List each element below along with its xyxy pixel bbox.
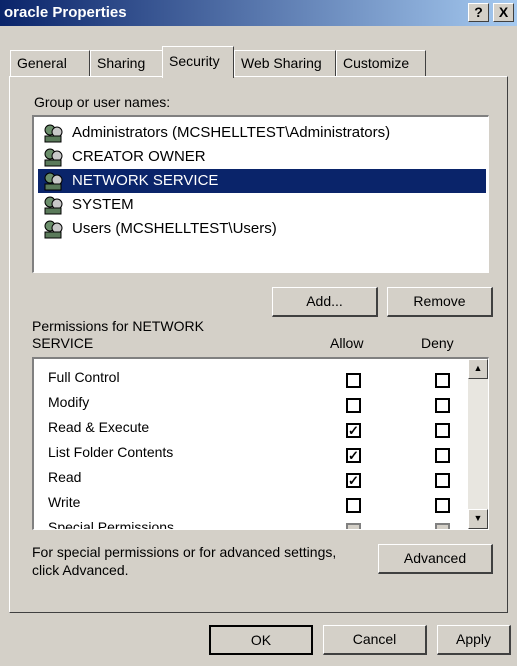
- users-icon: [44, 124, 63, 143]
- permission-row-write: Write: [48, 494, 80, 518]
- close-button[interactable]: X: [493, 3, 514, 22]
- help-button[interactable]: ?: [468, 3, 489, 22]
- user-name: CREATOR OWNER: [72, 148, 206, 165]
- scroll-up-icon[interactable]: ▲: [468, 359, 488, 379]
- add-button[interactable]: Add...: [272, 287, 378, 317]
- tab-security[interactable]: Security: [162, 46, 234, 78]
- deny-checkbox-full-control[interactable]: [435, 373, 450, 388]
- group-or-user-names-label: Group or user names:: [34, 94, 171, 110]
- tab-customize-label: Customize: [343, 55, 410, 71]
- properties-dialog: oracle Properties ? X General Sharing Se…: [0, 0, 517, 666]
- allow-checkbox-write[interactable]: [346, 498, 361, 513]
- permission-row-list-folder-contents: List Folder Contents: [48, 444, 173, 468]
- remove-button[interactable]: Remove: [387, 287, 493, 317]
- list-item[interactable]: SYSTEM: [38, 193, 140, 217]
- permission-name: Full Control: [48, 369, 120, 385]
- allow-checkbox-list-folder-contents[interactable]: ✓: [346, 448, 361, 463]
- deny-checkbox-read[interactable]: [435, 473, 450, 488]
- advanced-button[interactable]: Advanced: [378, 544, 493, 574]
- security-panel: Group or user names: Administrators (MCS…: [9, 76, 508, 613]
- tab-sharing[interactable]: Sharing: [90, 50, 164, 76]
- user-name: NETWORK SERVICE: [72, 172, 219, 189]
- tab-general[interactable]: General: [10, 50, 90, 76]
- permission-row-special: Special Permissions: [48, 519, 175, 530]
- permissions-scrollbar[interactable]: ▲ ▼: [468, 359, 488, 529]
- list-item[interactable]: CREATOR OWNER: [38, 145, 212, 169]
- deny-checkbox-write[interactable]: [435, 498, 450, 513]
- allow-header: Allow: [330, 335, 364, 351]
- permission-name: Read & Execute: [48, 419, 150, 435]
- tab-security-label: Security: [169, 53, 220, 69]
- users-icon: [44, 220, 63, 239]
- allow-checkbox-special[interactable]: [346, 523, 361, 529]
- tab-web-sharing[interactable]: Web Sharing: [234, 50, 336, 76]
- window-title: oracle Properties: [4, 4, 127, 21]
- tab-web-sharing-label: Web Sharing: [241, 55, 322, 71]
- advanced-hint-line1: For special permissions or for advanced …: [32, 544, 337, 560]
- tab-general-label: General: [17, 55, 67, 71]
- apply-button[interactable]: Apply: [437, 625, 511, 655]
- user-name: Users (MCSHELLTEST\Users): [72, 220, 277, 237]
- list-item[interactable]: Administrators (MCSHELLTEST\Administrato…: [38, 121, 396, 145]
- users-icon: [44, 196, 63, 215]
- tab-customize[interactable]: Customize: [336, 50, 426, 76]
- permission-row-modify: Modify: [48, 394, 89, 418]
- scroll-down-icon[interactable]: ▼: [468, 509, 488, 529]
- deny-header: Deny: [421, 335, 454, 351]
- deny-checkbox-special[interactable]: [435, 523, 450, 529]
- permissions-list[interactable]: Full Control Modify Read & Execute List …: [32, 357, 489, 530]
- permission-name: Modify: [48, 394, 90, 410]
- ok-button[interactable]: OK: [209, 625, 313, 655]
- users-icon: [44, 172, 63, 191]
- title-bar[interactable]: oracle Properties ? X: [0, 0, 517, 26]
- list-item[interactable]: Users (MCSHELLTEST\Users): [38, 217, 283, 241]
- permission-name: Special Permissions: [48, 519, 175, 530]
- deny-checkbox-modify[interactable]: [435, 398, 450, 413]
- users-icon: [44, 148, 63, 167]
- permissions-label-line2: SERVICE: [32, 335, 94, 351]
- allow-checkbox-full-control[interactable]: [346, 373, 361, 388]
- user-list[interactable]: Administrators (MCSHELLTEST\Administrato…: [32, 115, 489, 273]
- user-name: SYSTEM: [72, 196, 134, 213]
- deny-checkbox-list-folder-contents[interactable]: [435, 448, 450, 463]
- list-item-selected[interactable]: NETWORK SERVICE: [38, 169, 486, 193]
- advanced-hint-line2: click Advanced.: [32, 562, 129, 578]
- deny-checkbox-read-execute[interactable]: [435, 423, 450, 438]
- permission-name: Read: [48, 469, 82, 485]
- allow-checkbox-read-execute[interactable]: ✓: [346, 423, 361, 438]
- permission-row-full-control: Full Control: [48, 369, 120, 393]
- cancel-button[interactable]: Cancel: [323, 625, 427, 655]
- permissions-label-line1: Permissions for NETWORK: [32, 318, 204, 334]
- allow-checkbox-modify[interactable]: [346, 398, 361, 413]
- permission-name: Write: [48, 494, 81, 510]
- user-name: Administrators (MCSHELLTEST\Administrato…: [72, 124, 391, 141]
- permission-row-read-execute: Read & Execute: [48, 419, 149, 443]
- allow-checkbox-read[interactable]: ✓: [346, 473, 361, 488]
- permission-row-read: Read: [48, 469, 81, 493]
- tab-sharing-label: Sharing: [97, 55, 146, 71]
- permission-name: List Folder Contents: [48, 444, 174, 460]
